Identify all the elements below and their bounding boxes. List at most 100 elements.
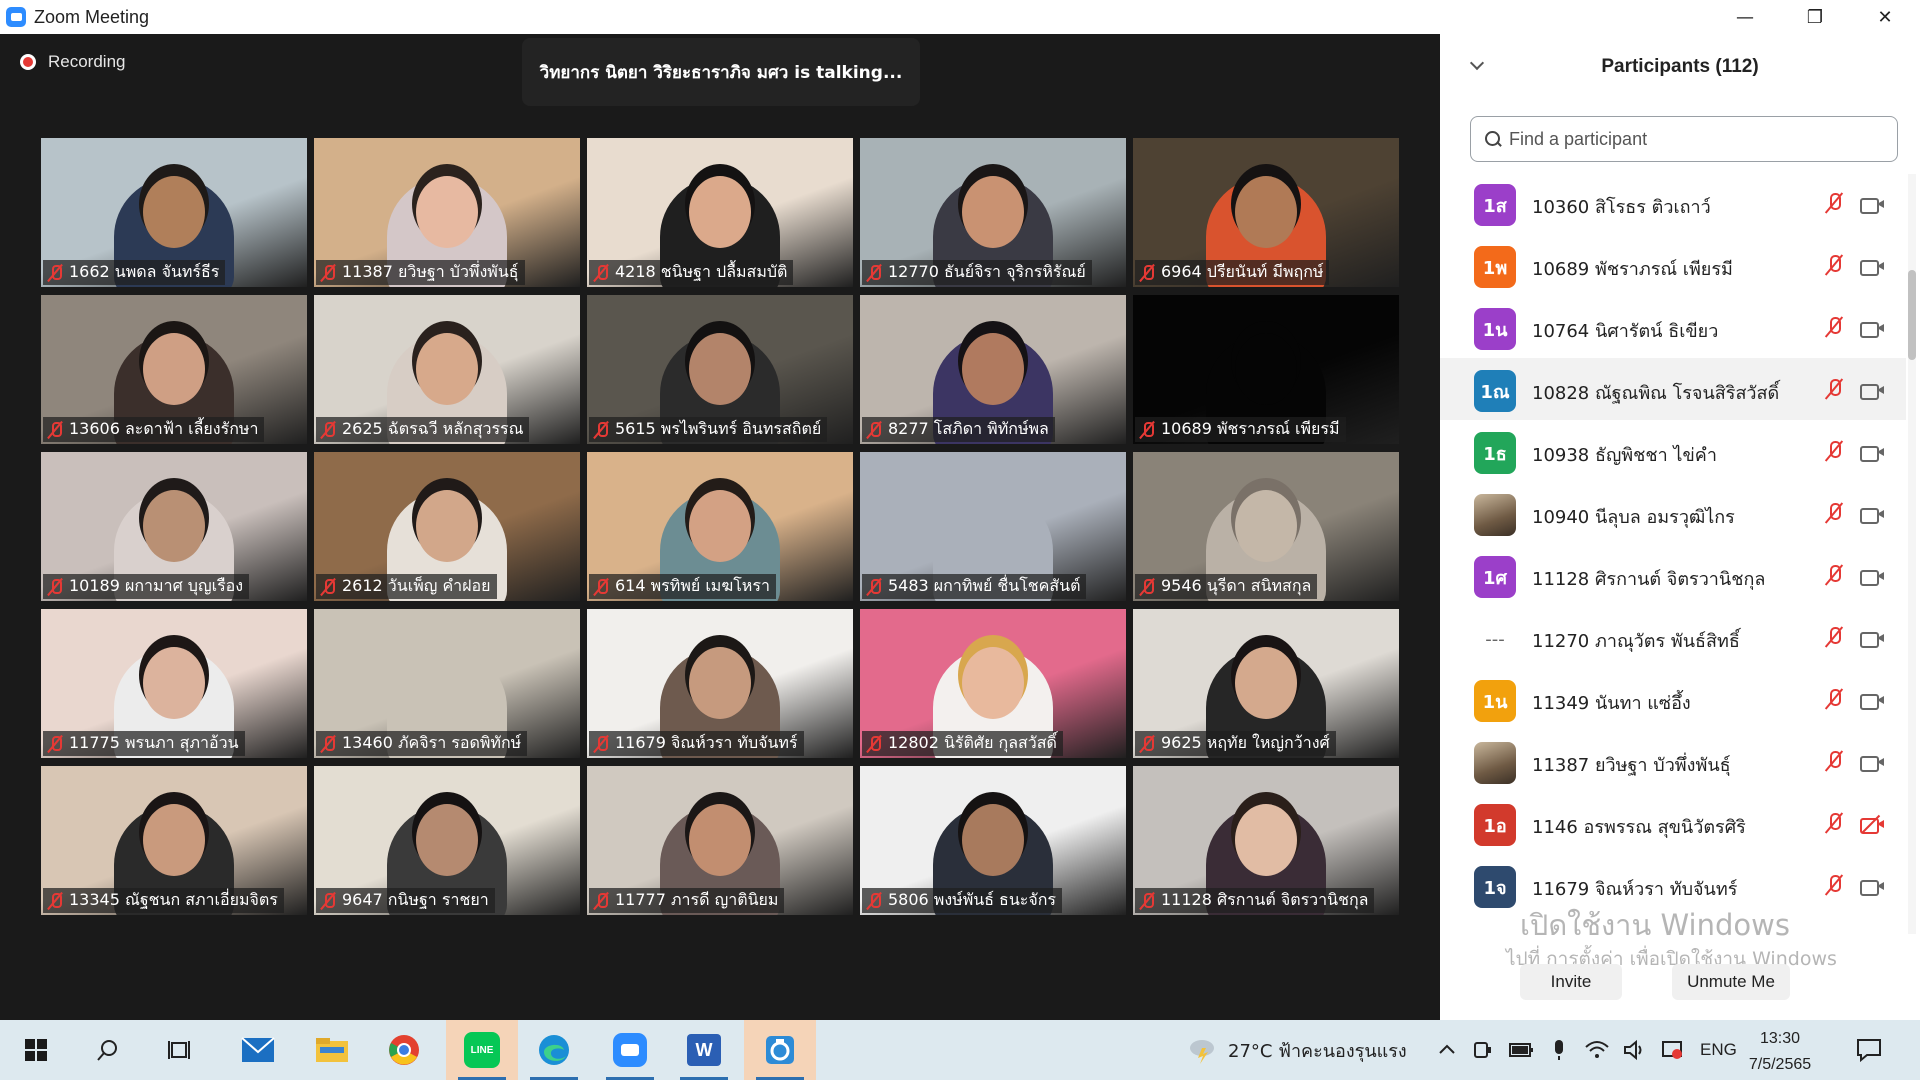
- video-tile[interactable]: 4218 ชนิษฐา ปลื้มสมบัติ: [587, 138, 853, 287]
- video-tile[interactable]: 10689 พัชราภรณ์ เพียรมี: [1133, 295, 1399, 444]
- participant-row[interactable]: --- 11270 ภาณุวัตร พันธ์สิทธิ์: [1440, 606, 1906, 668]
- video-camera-icon[interactable]: [1860, 568, 1884, 586]
- video-tile[interactable]: 11679 จิณห์วรา ทับจันทร์: [587, 609, 853, 758]
- participant-row[interactable]: 1ณ 10828 ณัฐณพิณ โรจนสิริสวัสดิ์: [1440, 358, 1906, 420]
- participant-avatar: 1ส: [1474, 184, 1516, 226]
- start-button[interactable]: [0, 1020, 72, 1080]
- video-tile[interactable]: 5615 พรไพรินทร์ อินทรสถิตย์: [587, 295, 853, 444]
- muted-mic-icon[interactable]: [1824, 440, 1844, 464]
- muted-mic-icon[interactable]: [1824, 254, 1844, 278]
- word-button[interactable]: W: [668, 1020, 740, 1080]
- muted-mic-icon[interactable]: [1824, 316, 1844, 340]
- muted-mic-icon[interactable]: [1824, 502, 1844, 526]
- video-tile[interactable]: 11128 ศิรกานต์ จิตรวานิชกุล: [1133, 766, 1399, 915]
- video-camera-icon[interactable]: [1860, 506, 1884, 524]
- participant-row[interactable]: 1ธ 10938 ธัญพิชชา ไข่คำ: [1440, 420, 1906, 482]
- video-tile[interactable]: 12770 ธันย์จิรา จุริกรหิรัณย์: [860, 138, 1126, 287]
- line-app-button[interactable]: LINE: [446, 1020, 518, 1080]
- participant-row[interactable]: 1อ 1146 อรพรรณ สุขนิวัตรศิริ: [1440, 792, 1906, 854]
- video-tile[interactable]: 614 พรทิพย์ เมฆโหรา: [587, 452, 853, 601]
- video-tile[interactable]: 6964 ปรียนันท์ มีพฤกษ์: [1133, 138, 1399, 287]
- participant-list-scrollbar[interactable]: [1908, 174, 1916, 934]
- participant-row[interactable]: 1น 10764 นิศารัตน์ ธิเขียว: [1440, 296, 1906, 358]
- participant-row[interactable]: 11387 ยวิษฐา บัวพึ่งพันธุ์: [1440, 730, 1906, 792]
- volume-icon[interactable]: [1622, 1039, 1648, 1061]
- participant-name-tag: 2625 ฉัตรฉวี หลักสุวรรณ: [316, 417, 530, 442]
- participant-search[interactable]: [1470, 116, 1898, 162]
- weather-widget[interactable]: 27°C ฟ้าคะนองรุนแรง: [1188, 1020, 1407, 1080]
- muted-mic-icon[interactable]: [1824, 812, 1844, 836]
- muted-mic-icon: [47, 264, 63, 282]
- video-off-icon[interactable]: [1860, 814, 1884, 834]
- video-tile[interactable]: 5806 พงษ์พันธ์ ธนะจักร: [860, 766, 1126, 915]
- video-camera-icon[interactable]: [1860, 320, 1884, 338]
- video-tile[interactable]: 13460 ภัคจิรา รอดพิทักษ์: [314, 609, 580, 758]
- participant-name-tag: 5483 ผกาทิพย์ ชื่นโชคสันต์: [862, 574, 1087, 599]
- restore-button[interactable]: ❐: [1780, 0, 1850, 34]
- video-tile[interactable]: 1662 นพดล จันทร์ธีร: [41, 138, 307, 287]
- video-camera-icon[interactable]: [1860, 630, 1884, 648]
- video-tile[interactable]: 8277 โสภิดา พิทักษ์พล: [860, 295, 1126, 444]
- taskbar-clock[interactable]: 13:30 7/5/2565: [1730, 1026, 1830, 1078]
- participant-row[interactable]: 10940 นีลุบล อมรวุฒิไกร: [1440, 482, 1906, 544]
- muted-mic-icon[interactable]: [1824, 564, 1844, 588]
- recording-indicator[interactable]: Recording: [20, 52, 126, 72]
- meet-now-icon[interactable]: [1472, 1039, 1494, 1061]
- search-taskbar-button[interactable]: [72, 1020, 144, 1080]
- video-camera-icon[interactable]: [1860, 444, 1884, 462]
- participant-row[interactable]: 1ส 10360 สิโรธร ติวเถาว์: [1440, 172, 1906, 234]
- battery-icon[interactable]: [1508, 1039, 1534, 1061]
- video-tile[interactable]: 13345 ณัฐชนก สภาเอี่ยมจิตร: [41, 766, 307, 915]
- unmute-me-button[interactable]: Unmute Me: [1672, 964, 1790, 1000]
- participant-row[interactable]: 1พ 10689 พัชราภรณ์ เพียรมี: [1440, 234, 1906, 296]
- video-tile[interactable]: 5483 ผกาทิพย์ ชื่นโชคสันต์: [860, 452, 1126, 601]
- microphone-icon[interactable]: [1548, 1038, 1570, 1062]
- wifi-icon[interactable]: [1584, 1039, 1610, 1061]
- muted-mic-icon[interactable]: [1824, 874, 1844, 898]
- participant-row[interactable]: 1น 11349 นันทา แซ่อึ้ง: [1440, 668, 1906, 730]
- participant-row[interactable]: 1ศ 11128 ศิรกานต์ จิตรวานิชกุล: [1440, 544, 1906, 606]
- video-tile[interactable]: 2625 ฉัตรฉวี หลักสุวรรณ: [314, 295, 580, 444]
- chrome-button[interactable]: [368, 1020, 440, 1080]
- minimize-button[interactable]: —: [1710, 0, 1780, 34]
- task-view-button[interactable]: [144, 1020, 216, 1080]
- muted-mic-icon[interactable]: [1824, 192, 1844, 216]
- video-tile[interactable]: 11777 ภารดี ญาตินิยม: [587, 766, 853, 915]
- video-tile[interactable]: 12802 นิรัติศัย กุลสวัสดิ์: [860, 609, 1126, 758]
- participant-search-input[interactable]: [1509, 128, 1869, 150]
- close-button[interactable]: ✕: [1850, 0, 1920, 34]
- video-tile[interactable]: 9546 นุรีดา สนิทสกุล: [1133, 452, 1399, 601]
- notification-icon: [1857, 1039, 1881, 1062]
- chrome-icon: [389, 1035, 419, 1065]
- muted-mic-icon: [866, 421, 882, 439]
- video-camera-icon[interactable]: [1860, 754, 1884, 772]
- file-explorer-button[interactable]: [296, 1020, 368, 1080]
- video-tile[interactable]: 11387 ยวิษฐา บัวพึ่งพันธุ์: [314, 138, 580, 287]
- video-camera-icon[interactable]: [1860, 692, 1884, 710]
- video-camera-icon[interactable]: [1860, 382, 1884, 400]
- muted-mic-icon[interactable]: [1824, 750, 1844, 774]
- storm-weather-icon: [1190, 1040, 1214, 1064]
- snipping-app-button[interactable]: [744, 1020, 816, 1080]
- mail-app-button[interactable]: [222, 1020, 294, 1080]
- muted-mic-icon[interactable]: [1824, 626, 1844, 650]
- zoom-taskbar-button[interactable]: [594, 1020, 666, 1080]
- muted-mic-icon[interactable]: [1824, 378, 1844, 402]
- video-camera-icon[interactable]: [1860, 878, 1884, 896]
- muted-mic-icon[interactable]: [1824, 688, 1844, 712]
- video-tile[interactable]: 2612 วันเพ็ญ คำฝอย: [314, 452, 580, 601]
- video-tile[interactable]: 13606 ละดาฟ้า เลี้ยงรักษา: [41, 295, 307, 444]
- participant-name: 4218 ชนิษฐา ปลื้มสมบัติ: [615, 262, 788, 281]
- edge-button[interactable]: [518, 1020, 590, 1080]
- video-tile[interactable]: 9647 กนิษฐา ราชยา: [314, 766, 580, 915]
- video-camera-icon[interactable]: [1860, 258, 1884, 276]
- chevron-up-icon[interactable]: [1436, 1039, 1458, 1061]
- invite-button[interactable]: Invite: [1520, 964, 1622, 1000]
- video-camera-icon[interactable]: [1860, 196, 1884, 214]
- video-tile[interactable]: 11775 พรนภา สุภาอ้วน: [41, 609, 307, 758]
- video-tile[interactable]: 10189 ผกามาศ บุญเรือง: [41, 452, 307, 601]
- notifications-button[interactable]: [1834, 1020, 1904, 1080]
- network-alert-icon[interactable]: [1660, 1039, 1684, 1061]
- scrollbar-thumb[interactable]: [1908, 270, 1916, 360]
- video-tile[interactable]: 9625 หฤทัย ใหญ่กว้างศ์: [1133, 609, 1399, 758]
